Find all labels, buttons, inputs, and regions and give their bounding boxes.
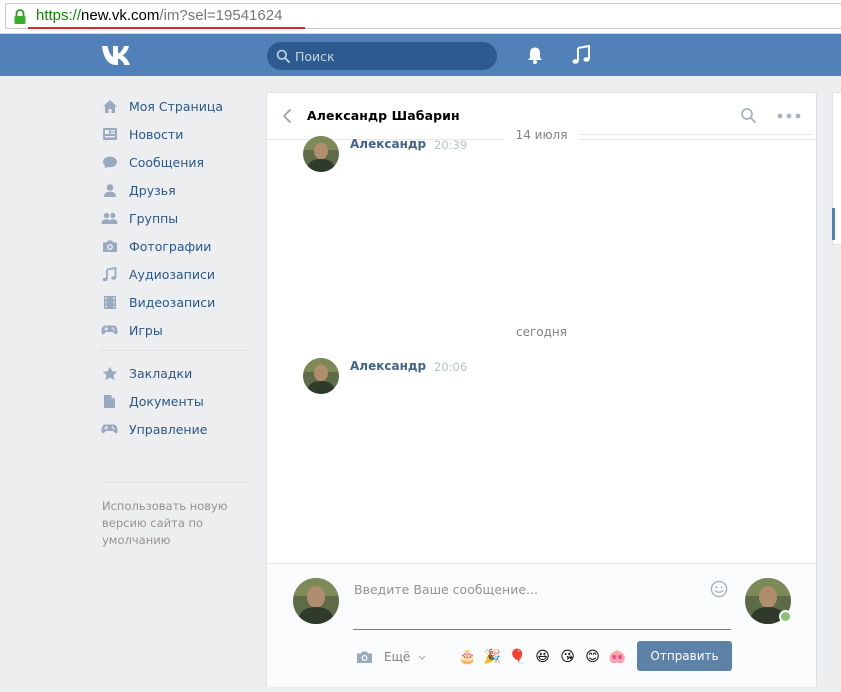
back-icon[interactable] (281, 108, 293, 124)
right-panel (832, 92, 841, 245)
avatar[interactable] (303, 136, 339, 172)
more-options-icon[interactable] (777, 113, 801, 119)
url-scheme: https:// (36, 7, 82, 24)
menu-item-friends[interactable]: Друзья (100, 176, 250, 204)
message-input[interactable] (353, 578, 731, 630)
url-text[interactable]: https://new.vk.com/im?sel=19541624 (36, 7, 282, 25)
chat-panel: Александр Шабарин 14 июля Александр 20:3… (266, 92, 817, 687)
date-label: сегодня (504, 325, 579, 339)
star-icon (101, 365, 118, 381)
menu-item-label: Управление (129, 421, 208, 437)
new-version-link[interactable]: Использовать новую версию сайта по умолч… (102, 498, 242, 549)
menu-item-label: Закладки (129, 365, 193, 381)
online-status-dot (779, 610, 792, 623)
music-icon (101, 266, 118, 282)
site-header (0, 34, 841, 76)
left-menu: Моя Страница Новости Сообщения Друзья Гр… (100, 92, 250, 443)
menu-item-management[interactable]: Управление (100, 415, 250, 443)
menu-item-label: Игры (129, 322, 163, 338)
menu-divider (102, 482, 250, 483)
laughing-emoji[interactable]: 😆 (530, 648, 555, 666)
menu-item-games[interactable]: Игры (100, 316, 250, 344)
menu-item-photos[interactable]: Фотографии (100, 232, 250, 260)
menu-item-label: Документы (129, 393, 204, 409)
messages-icon (101, 154, 118, 170)
lock-icon (14, 9, 26, 24)
video-icon (101, 294, 118, 310)
browser-address-bar: https://new.vk.com/im?sel=19541624 (0, 0, 841, 34)
news-icon (101, 126, 118, 142)
url-path: /im?sel=19541624 (159, 7, 283, 24)
menu-item-groups[interactable]: Группы (100, 204, 250, 232)
cake-emoji[interactable]: 🎂 (455, 648, 480, 666)
chevron-down-icon (418, 649, 426, 663)
more-label: Ещё (384, 650, 411, 664)
menu-item-bookmarks[interactable]: Закладки (100, 359, 250, 387)
send-button[interactable]: Отправить (637, 641, 732, 671)
menu-item-label: Группы (129, 210, 179, 226)
menu-item-label: Моя Страница (129, 98, 223, 114)
gamepad-icon (101, 322, 118, 338)
menu-item-label: Фотографии (129, 238, 212, 254)
party-popper-emoji[interactable]: 🎉 (480, 648, 505, 666)
url-annotation-underline (28, 27, 305, 29)
url-field[interactable]: https://new.vk.com/im?sel=19541624 (5, 3, 841, 29)
pig-nose-emoji[interactable]: 🐽 (605, 648, 630, 666)
smile-emoji[interactable]: 😊 (580, 648, 605, 666)
smiley-icon[interactable] (710, 580, 728, 598)
message-author[interactable]: Александр (350, 359, 426, 373)
message-composer: Ещё 🎂 🎉 🎈 😆 😘 😊 🐽 Отправить (267, 563, 816, 687)
date-label: 14 июля (503, 128, 580, 142)
avatar[interactable] (303, 358, 339, 394)
groups-icon (101, 210, 118, 226)
menu-item-my-page[interactable]: Моя Страница (100, 92, 250, 120)
camera-icon (101, 238, 118, 254)
document-icon (101, 393, 118, 409)
balloon-emoji[interactable]: 🎈 (505, 648, 530, 666)
search-icon (276, 49, 290, 63)
menu-item-label: Аудиозаписи (129, 266, 215, 282)
avatar[interactable] (293, 578, 339, 624)
home-icon (101, 98, 118, 114)
camera-icon[interactable] (356, 650, 373, 664)
menu-item-documents[interactable]: Документы (100, 387, 250, 415)
url-host: new.vk.com (81, 7, 160, 24)
kiss-emoji[interactable]: 😘 (555, 648, 580, 666)
message-time[interactable]: 20:06 (434, 360, 467, 374)
gamepad-icon (101, 421, 118, 437)
date-divider: сегодня (267, 325, 816, 339)
menu-item-label: Новости (129, 126, 184, 142)
emoji-suggestions: 🎂 🎉 🎈 😆 😘 😊 🐽 (455, 648, 630, 666)
vk-logo-icon[interactable] (101, 44, 137, 66)
music-icon[interactable] (571, 45, 591, 65)
message-author[interactable]: Александр (350, 137, 426, 151)
chat-title[interactable]: Александр Шабарин (307, 108, 460, 123)
active-indicator (832, 208, 835, 240)
header-search[interactable] (267, 42, 497, 70)
menu-item-label: Друзья (129, 182, 176, 198)
menu-item-label: Видеозаписи (129, 294, 216, 310)
bell-icon[interactable] (526, 46, 544, 65)
menu-item-news[interactable]: Новости (100, 120, 250, 148)
more-attachments-button[interactable]: Ещё (384, 649, 426, 664)
menu-divider (100, 350, 248, 351)
message-time[interactable]: 20:39 (434, 138, 467, 152)
friends-icon (101, 182, 118, 198)
menu-item-video[interactable]: Видеозаписи (100, 288, 250, 316)
menu-item-label: Сообщения (129, 154, 205, 170)
search-icon[interactable] (740, 107, 757, 124)
menu-item-messages[interactable]: Сообщения (100, 148, 250, 176)
menu-item-audio[interactable]: Аудиозаписи (100, 260, 250, 288)
search-input[interactable] (295, 46, 485, 66)
